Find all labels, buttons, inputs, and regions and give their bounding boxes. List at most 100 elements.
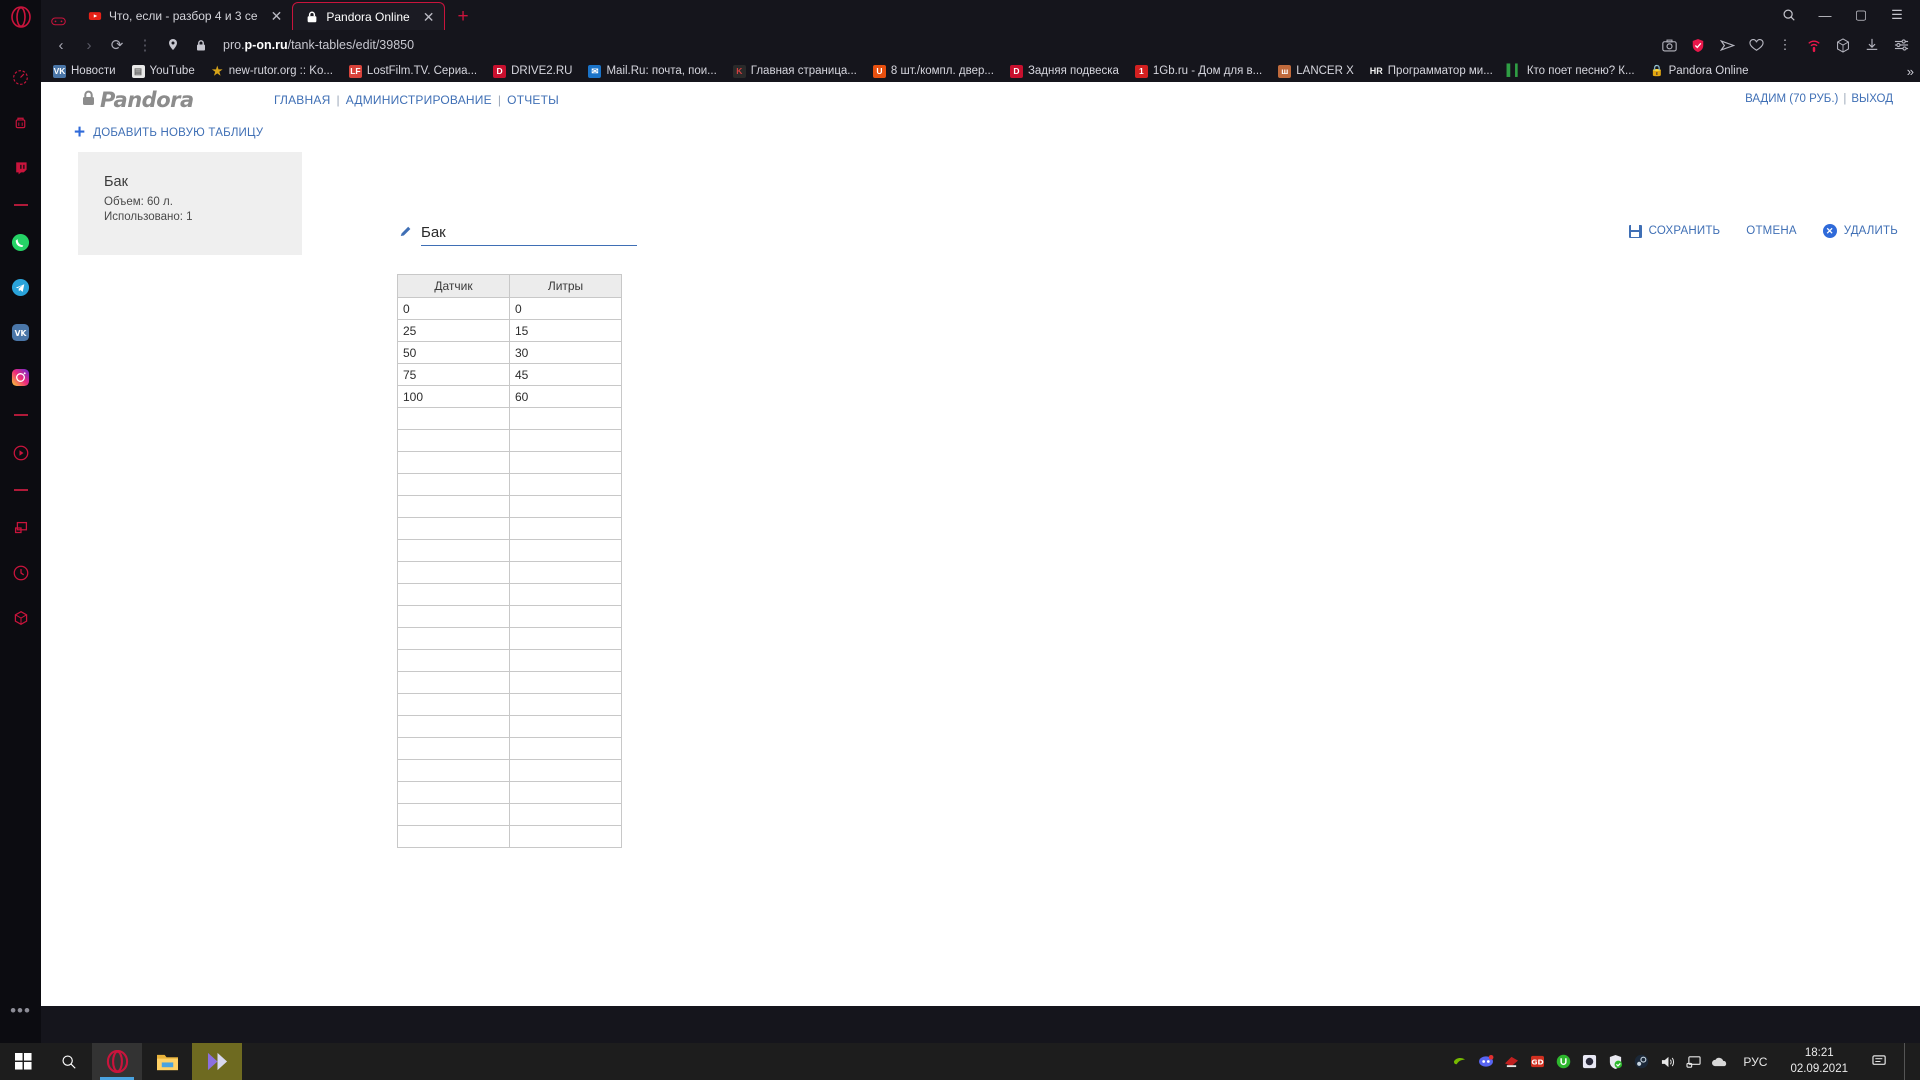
table-row-empty[interactable] [397,473,622,496]
file-explorer-icon[interactable] [142,1043,192,1080]
cell-liters[interactable] [509,473,622,496]
cell-liters[interactable] [509,451,622,474]
dots-icon[interactable]: ⋮ [1772,32,1798,58]
cell-sensor[interactable]: 75 [397,363,510,386]
location-pin-icon[interactable] [159,32,187,58]
cleaner-icon[interactable] [0,100,41,145]
table-row-empty[interactable] [397,517,622,540]
cell-sensor[interactable] [397,737,510,760]
cancel-button[interactable]: ОТМЕНА [1746,225,1796,237]
browser-search-icon[interactable] [1772,1,1806,29]
vk-icon[interactable]: VK [0,310,41,355]
table-row-empty[interactable] [397,605,622,628]
bookmark-item[interactable]: ш LANCER X [1270,60,1362,82]
search-icon[interactable] [46,1043,92,1080]
shield-icon[interactable] [1685,32,1711,58]
table-row-empty[interactable] [397,759,622,782]
nav-item-administration[interactable]: АДМИНИСТРИРОВАНИЕ [346,93,492,107]
heart-icon[interactable] [1743,32,1769,58]
delete-button[interactable]: ✕ УДАЛИТЬ [1822,224,1898,238]
cell-liters[interactable]: 15 [509,319,622,342]
cell-liters[interactable] [509,429,622,452]
cell-sensor[interactable] [397,693,510,716]
table-row[interactable]: 75 45 [397,363,622,386]
discord-icon[interactable] [1477,1053,1494,1070]
cell-liters[interactable] [509,495,622,518]
flow-icon[interactable] [0,505,41,550]
send-icon[interactable] [1714,32,1740,58]
gid-icon[interactable]: GD [1529,1053,1546,1070]
cell-liters[interactable] [509,517,622,540]
bookmark-item[interactable]: HR Программатор ми... [1362,60,1501,82]
telegram-icon[interactable] [0,265,41,310]
cell-sensor[interactable] [397,671,510,694]
table-row-empty[interactable] [397,451,622,474]
cell-sensor[interactable] [397,583,510,606]
table-row-empty[interactable] [397,407,622,430]
cell-sensor[interactable] [397,451,510,474]
cell-sensor[interactable]: 0 [397,297,510,320]
bookmark-item[interactable]: LF LostFilm.TV. Сериа... [341,60,485,82]
instagram-icon[interactable] [0,355,41,400]
notification-icon[interactable] [1865,1043,1895,1080]
volume-icon[interactable] [1659,1053,1676,1070]
browser-tab-active[interactable]: Pandora Online ✕ [292,2,446,30]
close-icon[interactable]: ✕ [271,9,283,23]
browser-tab[interactable]: Что, если - разбор 4 и 3 се ✕ [76,2,292,30]
back-button[interactable]: ‹ [47,32,75,58]
cell-sensor[interactable] [397,495,510,518]
cell-sensor[interactable] [397,407,510,430]
player-icon[interactable] [0,430,41,475]
cell-sensor[interactable] [397,627,510,650]
table-row-empty[interactable] [397,825,622,848]
table-row-empty[interactable] [397,627,622,650]
save-button[interactable]: СОХРАНИТЬ [1628,224,1721,238]
cell-liters[interactable] [509,781,622,804]
cell-liters[interactable] [509,561,622,584]
bookmark-item[interactable]: U 8 шт./компл. двер... [865,60,1002,82]
cell-sensor[interactable] [397,473,510,496]
cell-sensor[interactable]: 25 [397,319,510,342]
table-row-empty[interactable] [397,561,622,584]
cell-liters[interactable] [509,825,622,848]
bookmark-item[interactable]: K Главная страница... [725,60,865,82]
defender-icon[interactable] [1607,1053,1624,1070]
table-row-empty[interactable] [397,429,622,452]
steam-icon[interactable] [1633,1053,1650,1070]
nvidia-icon[interactable] [1451,1053,1468,1070]
cell-liters[interactable]: 60 [509,385,622,408]
cell-liters[interactable] [509,737,622,760]
cell-sensor[interactable] [397,539,510,562]
kodi-icon[interactable] [1581,1053,1598,1070]
add-table-button[interactable]: + ДОБАВИТЬ НОВУЮ ТАБЛИЦУ [74,123,263,142]
nav-item-reports[interactable]: ОТЧЕТЫ [507,93,559,107]
table-row-empty[interactable] [397,803,622,826]
cell-sensor[interactable] [397,715,510,738]
menu-button[interactable]: ☰ [1880,1,1914,29]
cell-liters[interactable] [509,407,622,430]
bookmark-item[interactable]: 🔒 Pandora Online [1643,60,1757,82]
reload-button[interactable]: ⟳ [103,32,131,58]
cell-liters[interactable] [509,605,622,628]
table-row-empty[interactable] [397,583,622,606]
more-dots-icon[interactable]: ••• [10,1001,31,1021]
extensions-icon[interactable] [0,595,41,640]
cell-sensor[interactable] [397,561,510,584]
whatsapp-icon[interactable] [0,220,41,265]
table-row[interactable]: 50 30 [397,341,622,364]
logout-link[interactable]: ВЫХОД [1851,93,1893,105]
table-row-empty[interactable] [397,737,622,760]
utorrent-icon[interactable] [1555,1053,1572,1070]
cell-sensor[interactable]: 50 [397,341,510,364]
bookmarks-overflow-button[interactable]: » [1907,64,1914,79]
cell-liters[interactable]: 45 [509,363,622,386]
cell-liters[interactable] [509,583,622,606]
cell-liters[interactable] [509,715,622,738]
url-input[interactable]: pro.p-on.ru/tank-tables/edit/39850 [215,32,1656,58]
table-row-empty[interactable] [397,693,622,716]
bookmark-item[interactable]: ✉ Mail.Ru: почта, пои... [580,60,724,82]
show-desktop-button[interactable] [1904,1043,1912,1080]
page-menu-icon[interactable]: ⋮ [131,32,159,58]
language-indicator[interactable]: РУС [1737,1055,1773,1069]
onedrive-icon[interactable] [1711,1053,1728,1070]
